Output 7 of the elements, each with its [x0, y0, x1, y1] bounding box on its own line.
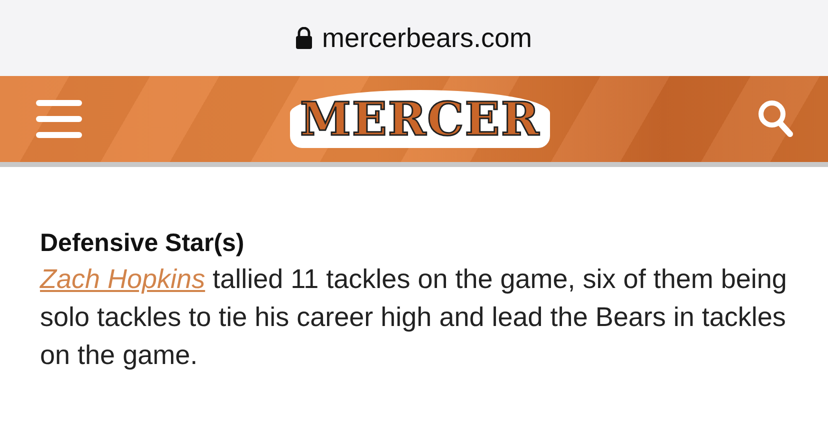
- site-logo[interactable]: MERCER: [290, 90, 550, 148]
- player-link[interactable]: Zach Hopkins: [40, 264, 206, 294]
- menu-icon[interactable]: [36, 100, 82, 138]
- article-paragraph: Zach Hopkins tallied 11 tackles on the game, six of them being solo tackles to tie his career high and lead the Bears in tackles on the game.: [40, 263, 788, 372]
- search-icon[interactable]: [758, 100, 794, 138]
- url-text[interactable]: mercerbears.com: [322, 22, 532, 54]
- section-heading: Defensive Star(s): [40, 228, 246, 259]
